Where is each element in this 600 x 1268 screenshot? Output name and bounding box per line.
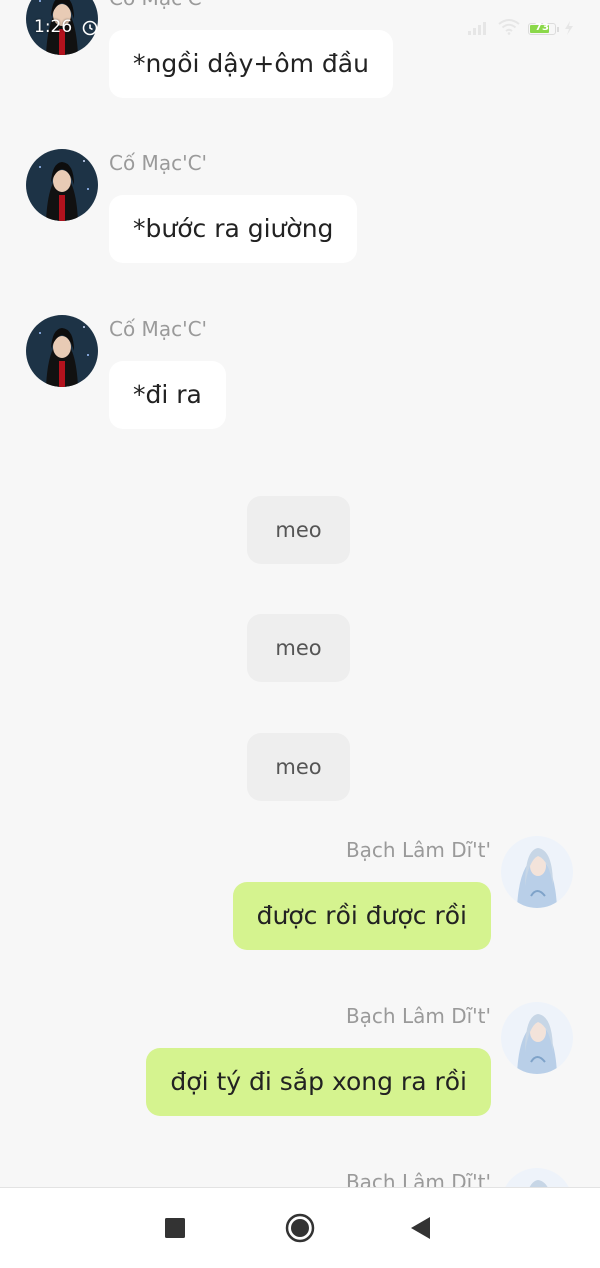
alarm-icon [81,18,99,40]
battery-level: 73 [535,22,549,33]
charging-icon [564,20,574,39]
back-triangle-icon[interactable] [403,1210,439,1246]
system-message-chip: meo [247,614,350,682]
avatar-co-mac[interactable] [26,315,98,387]
message-bubble-incoming[interactable]: *đi ra [109,361,226,429]
sender-name: Bạch Lâm Dĩ't' [345,1004,491,1028]
wifi-icon [498,19,520,39]
avatar-co-mac[interactable] [26,149,98,221]
system-message-chip: meo [247,733,350,801]
sender-name: Cố Mạc'C' [109,151,208,175]
navigation-bar [0,1187,600,1268]
sender-name: Bạch Lâm Dĩ't' [345,838,491,862]
status-bar: 1:26 73 [0,0,600,56]
message-bubble-outgoing[interactable]: đợi tý đi sắp xong ra rồi [146,1048,491,1116]
avatar-bach-lam[interactable] [501,1002,573,1074]
battery-icon: 73 [528,22,559,35]
signal-icon [468,20,490,39]
message-bubble-incoming[interactable]: *bước ra giường [109,195,358,263]
system-message-chip: meo [247,496,350,564]
status-time: 1:26 [34,17,73,37]
message-bubble-outgoing[interactable]: được rồi được rồi [232,882,491,950]
recents-square-icon[interactable] [157,1210,193,1246]
sender-name: Cố Mạc'C' [109,317,208,341]
avatar-bach-lam[interactable] [501,836,573,908]
home-circle-icon[interactable] [282,1210,318,1246]
